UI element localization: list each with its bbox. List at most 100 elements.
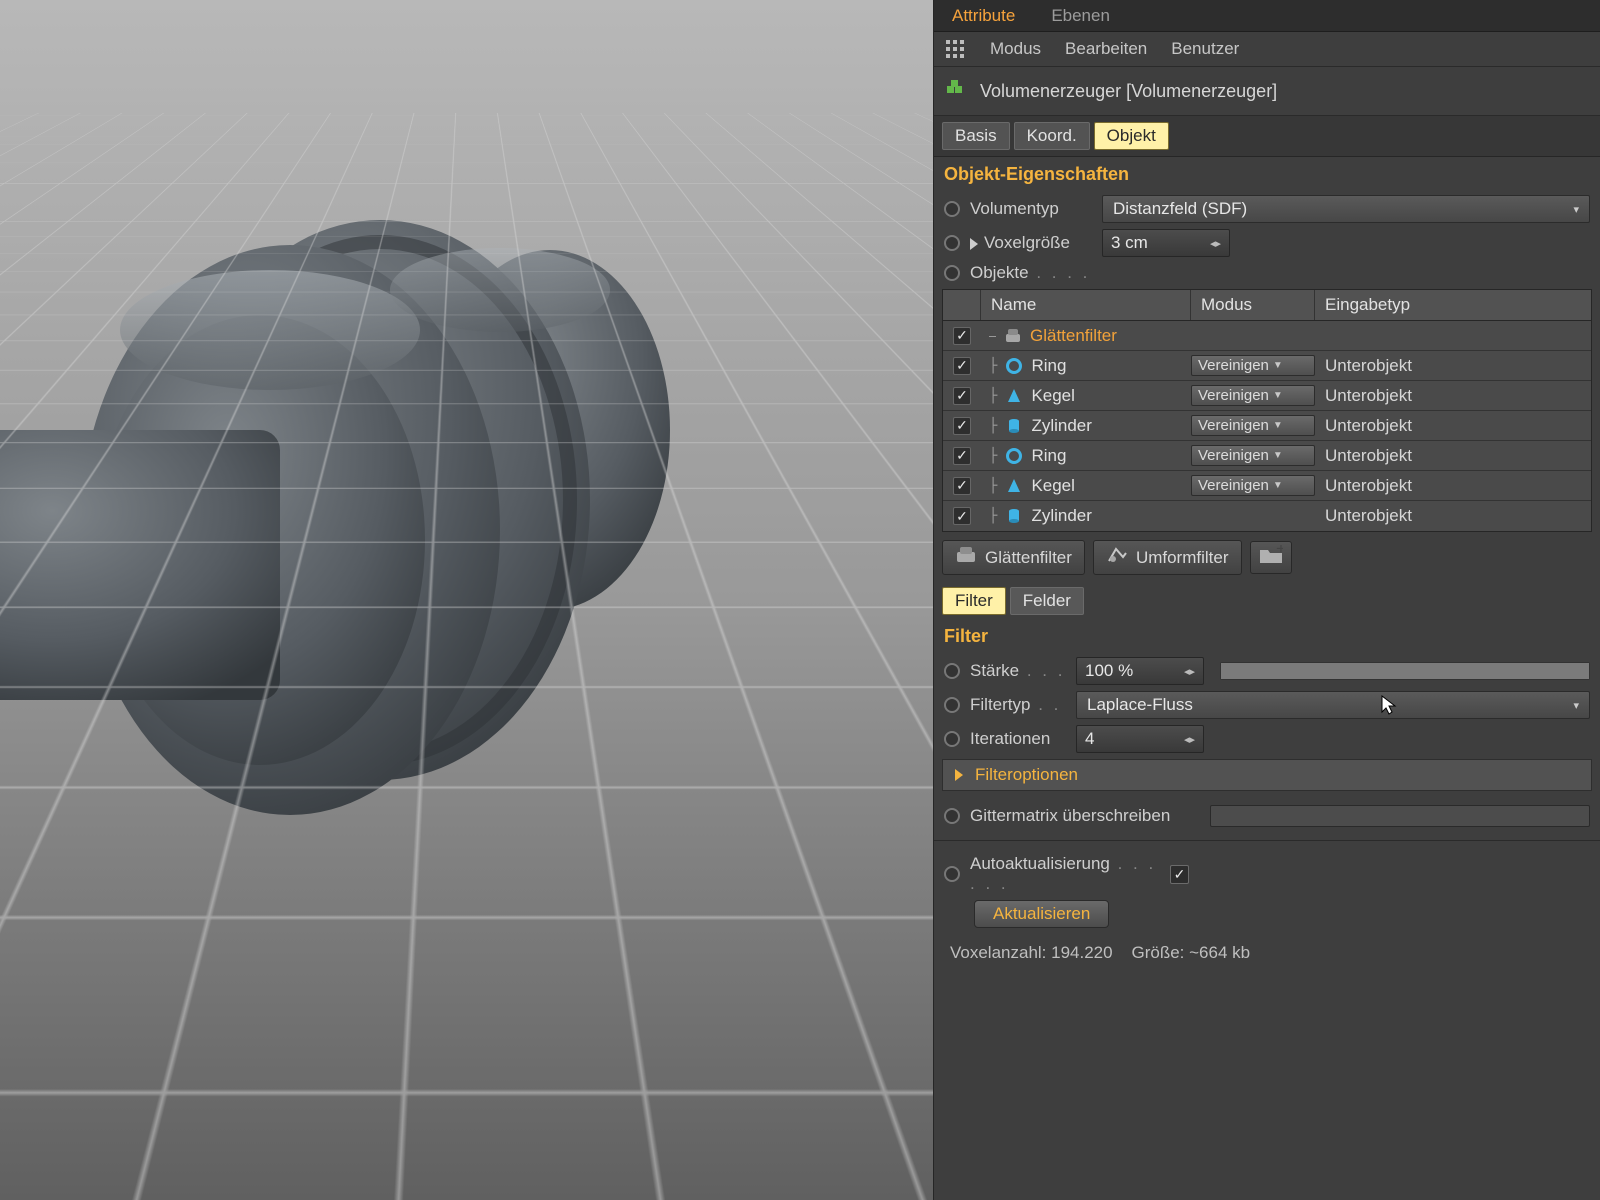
tab-filter[interactable]: Filter <box>942 587 1006 615</box>
row-type <box>1315 326 1325 345</box>
tab-ebenen[interactable]: Ebenen <box>1033 0 1128 31</box>
row-type: Unterobjekt <box>1315 416 1412 435</box>
anim-dot-voxelgroesse[interactable] <box>944 235 960 251</box>
table-row[interactable]: ✓ ├RingVereinigen▼Unterobjekt <box>943 351 1591 381</box>
tree-glyph: ├ <box>989 418 997 434</box>
section-properties-header: Objekt-Eigenschaften <box>934 157 1600 192</box>
volume-generator-icon <box>944 77 968 105</box>
table-row[interactable]: ✓ ├ Ring Vereinigen▼Unterobjekt <box>943 441 1591 471</box>
mode-dropdown[interactable]: Vereinigen▼ <box>1191 355 1315 376</box>
row-objekte: Objekte . . . . <box>934 260 1600 286</box>
row-checkbox[interactable]: ✓ <box>953 327 971 345</box>
tree-glyph: ├ <box>989 448 997 464</box>
rendered-mesh <box>0 160 740 860</box>
checkbox-autoaktualisierung[interactable]: ✓ <box>1170 865 1189 884</box>
row-checkbox[interactable]: ✓ <box>953 387 971 405</box>
tab-basis[interactable]: Basis <box>942 122 1010 150</box>
row-volumentyp: Volumentyp Distanzfeld (SDF)▾ <box>934 192 1600 226</box>
anim-dot-volumentyp[interactable] <box>944 201 960 217</box>
menu-benutzer[interactable]: Benutzer <box>1171 39 1239 59</box>
row-filtertyp: Filtertyp . . Laplace-Fluss▾ <box>934 688 1600 722</box>
tree-glyph: ├ <box>989 508 997 524</box>
anim-dot-gittermatrix[interactable] <box>944 808 960 824</box>
expand-voxelgroesse-icon[interactable] <box>970 238 978 250</box>
header-name[interactable]: Name <box>981 290 1191 320</box>
btn-add-folder[interactable]: + <box>1250 541 1292 574</box>
row-name: Zylinder <box>1031 416 1091 436</box>
row-name: Ring <box>1031 446 1066 466</box>
table-row[interactable]: ✓⎯Glättenfilter <box>943 321 1591 351</box>
table-row[interactable]: ✓ ├ Kegel Vereinigen▼Unterobjekt <box>943 471 1591 501</box>
table-row[interactable]: ✓ ├ Kegel Vereinigen▼Unterobjekt <box>943 381 1591 411</box>
label-iterationen: Iterationen <box>970 729 1066 749</box>
row-type: Unterobjekt <box>1315 476 1412 495</box>
table-row[interactable]: ✓ ├ Zylinder Unterobjekt <box>943 501 1591 531</box>
tab-felder[interactable]: Felder <box>1010 587 1084 615</box>
row-checkbox[interactable]: ✓ <box>953 357 971 375</box>
btn-glattenfilter[interactable]: Glättenfilter <box>942 540 1085 575</box>
mode-dropdown[interactable]: Vereinigen▼ <box>1191 385 1315 406</box>
smooth-filter-icon <box>955 544 977 571</box>
table-row[interactable]: ✓ ├ Zylinder Vereinigen▼Unterobjekt <box>943 411 1591 441</box>
menu-bearbeiten[interactable]: Bearbeiten <box>1065 39 1147 59</box>
label-voxelgroesse: Voxelgröße <box>970 233 1092 253</box>
object-sub-tabs: Basis Koord. Objekt <box>934 116 1600 157</box>
input-iterationen[interactable]: 4◂▸ <box>1076 725 1204 753</box>
row-checkbox[interactable]: ✓ <box>953 507 971 525</box>
row-checkbox[interactable]: ✓ <box>953 477 971 495</box>
row-name: Kegel <box>1031 476 1074 496</box>
input-starke[interactable]: 100 %◂▸ <box>1076 657 1204 685</box>
cylinder-icon <box>1005 507 1023 525</box>
anim-dot-objekte[interactable] <box>944 265 960 281</box>
dropdown-volumentyp[interactable]: Distanzfeld (SDF)▾ <box>1102 195 1590 223</box>
dropdown-filtertyp[interactable]: Laplace-Fluss▾ <box>1076 691 1590 719</box>
header-eingabetyp[interactable]: Eingabetyp <box>1315 290 1591 320</box>
label-starke: Stärke . . . <box>970 661 1066 681</box>
row-autoaktualisierung: Autoaktualisierung . . . . . . ✓ <box>934 851 1600 897</box>
tree-glyph: ⎯ <box>989 328 996 344</box>
tab-koord[interactable]: Koord. <box>1014 122 1090 150</box>
row-checkbox[interactable]: ✓ <box>953 447 971 465</box>
mode-dropdown[interactable]: Vereinigen▼ <box>1191 475 1315 496</box>
btn-aktualisieren[interactable]: Aktualisieren <box>974 900 1109 928</box>
ring-icon <box>1005 447 1023 465</box>
objects-table: Name Modus Eingabetyp ✓⎯Glättenfilter✓ ├… <box>942 289 1592 532</box>
input-voxelgroesse[interactable]: 3 cm◂▸ <box>1102 229 1230 257</box>
row-type: Unterobjekt <box>1315 506 1412 525</box>
row-name: Zylinder <box>1031 506 1091 526</box>
row-aktualisieren: Aktualisieren <box>934 897 1600 931</box>
menu-modus[interactable]: Modus <box>990 39 1041 59</box>
row-starke: Stärke . . . 100 %◂▸ <box>934 654 1600 688</box>
tab-objekt[interactable]: Objekt <box>1094 122 1169 150</box>
label-filtertyp: Filtertyp . . <box>970 695 1066 715</box>
row-name: Kegel <box>1031 386 1074 406</box>
tab-attribute[interactable]: Attribute <box>934 0 1033 31</box>
ring-icon <box>1005 357 1023 375</box>
tree-glyph: ├ <box>989 478 997 494</box>
stats-row: Voxelanzahl: 194.220 Größe: ~664 kb <box>934 931 1600 975</box>
row-checkbox[interactable]: ✓ <box>953 417 971 435</box>
anim-dot-auto[interactable] <box>944 866 960 882</box>
tree-glyph: ├ <box>989 388 997 404</box>
label-objekte: Objekte . . . . <box>970 263 1092 283</box>
row-type: Unterobjekt <box>1315 386 1412 405</box>
attribute-menu: Modus Bearbeiten Benutzer <box>934 32 1600 67</box>
expand-filteroptionen[interactable]: Filteroptionen <box>942 759 1592 791</box>
reshape-filter-icon <box>1106 544 1128 571</box>
header-modus[interactable]: Modus <box>1191 290 1315 320</box>
row-type: Unterobjekt <box>1315 446 1412 465</box>
btn-umformfilter[interactable]: Umformfilter <box>1093 540 1242 575</box>
row-iterationen: Iterationen 4◂▸ <box>934 722 1600 756</box>
label-autoaktualisierung: Autoaktualisierung . . . . . . <box>970 854 1160 894</box>
row-type: Unterobjekt <box>1315 356 1412 375</box>
input-gittermatrix[interactable] <box>1210 805 1590 827</box>
viewport-3d[interactable] <box>0 0 933 1200</box>
mode-dropdown[interactable]: Vereinigen▼ <box>1191 445 1315 466</box>
row-name: Ring <box>1031 356 1066 376</box>
chevron-right-icon <box>955 769 963 781</box>
anim-dot-starke[interactable] <box>944 663 960 679</box>
anim-dot-filtertyp[interactable] <box>944 697 960 713</box>
anim-dot-iterationen[interactable] <box>944 731 960 747</box>
mode-dropdown[interactable]: Vereinigen▼ <box>1191 415 1315 436</box>
slider-starke[interactable] <box>1220 662 1590 680</box>
